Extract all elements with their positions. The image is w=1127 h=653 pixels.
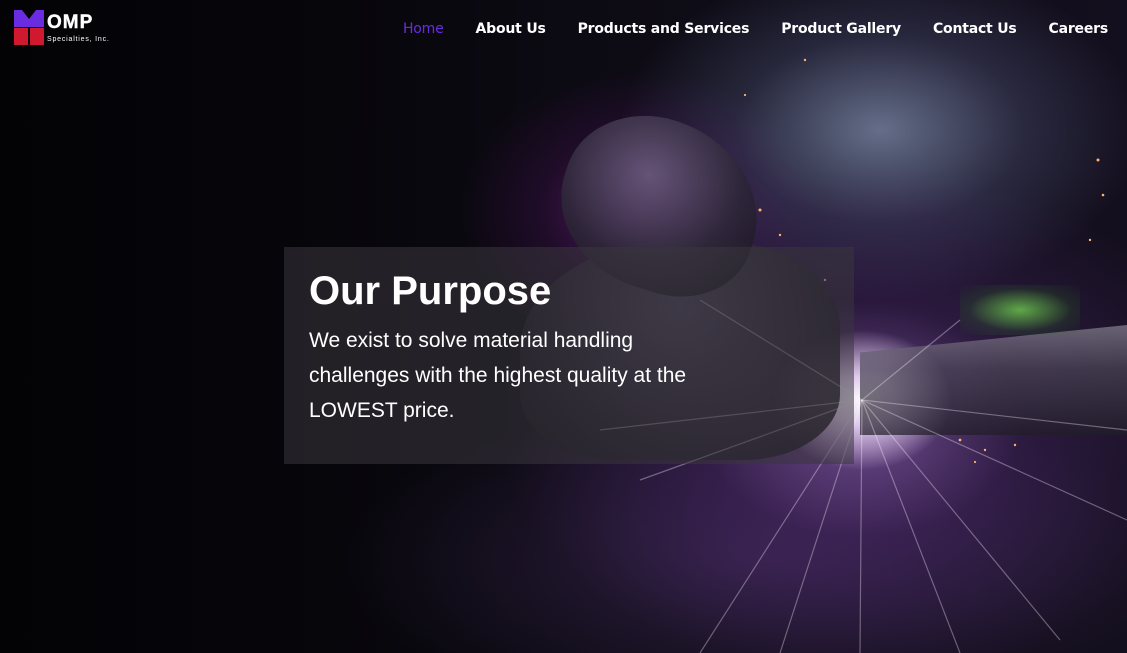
menu-item-products: Products and Services <box>578 20 750 38</box>
nav-link-product-gallery[interactable]: Product Gallery <box>781 21 901 37</box>
nav-link-contact-us[interactable]: Contact Us <box>933 21 1017 37</box>
nav-link-careers[interactable]: Careers <box>1049 21 1109 37</box>
menu-item-about: About Us <box>476 20 546 38</box>
company-logo[interactable]: OMP Specialties, Inc. <box>14 10 119 48</box>
purpose-text: We exist to solve material handling chal… <box>309 329 687 422</box>
omp-logo-icon <box>14 10 44 45</box>
logo-subtitle: Specialties, Inc. <box>47 36 110 43</box>
nav-link-products-and-services[interactable]: Products and Services <box>578 21 750 37</box>
main-menu: Home About Us Products and Services Prod… <box>403 20 1108 38</box>
purpose-title: Our Purpose <box>309 269 552 313</box>
menu-item-careers: Careers <box>1049 20 1109 38</box>
menu-item-home: Home <box>403 20 444 38</box>
logo-wordmark: OMP <box>47 12 94 33</box>
menu-item-gallery: Product Gallery <box>781 20 901 38</box>
top-navigation: OMP Specialties, Inc. Home About Us Prod… <box>0 0 1127 58</box>
hero-section: OMP Specialties, Inc. Home About Us Prod… <box>0 0 1127 653</box>
purpose-box: Our Purpose We exist to solve material h… <box>284 247 854 464</box>
nav-link-home[interactable]: Home <box>403 21 444 37</box>
menu-item-contact: Contact Us <box>933 20 1017 38</box>
glow-decoration <box>960 285 1080 335</box>
nav-link-about-us[interactable]: About Us <box>476 21 546 37</box>
workpiece-image <box>860 325 1127 435</box>
